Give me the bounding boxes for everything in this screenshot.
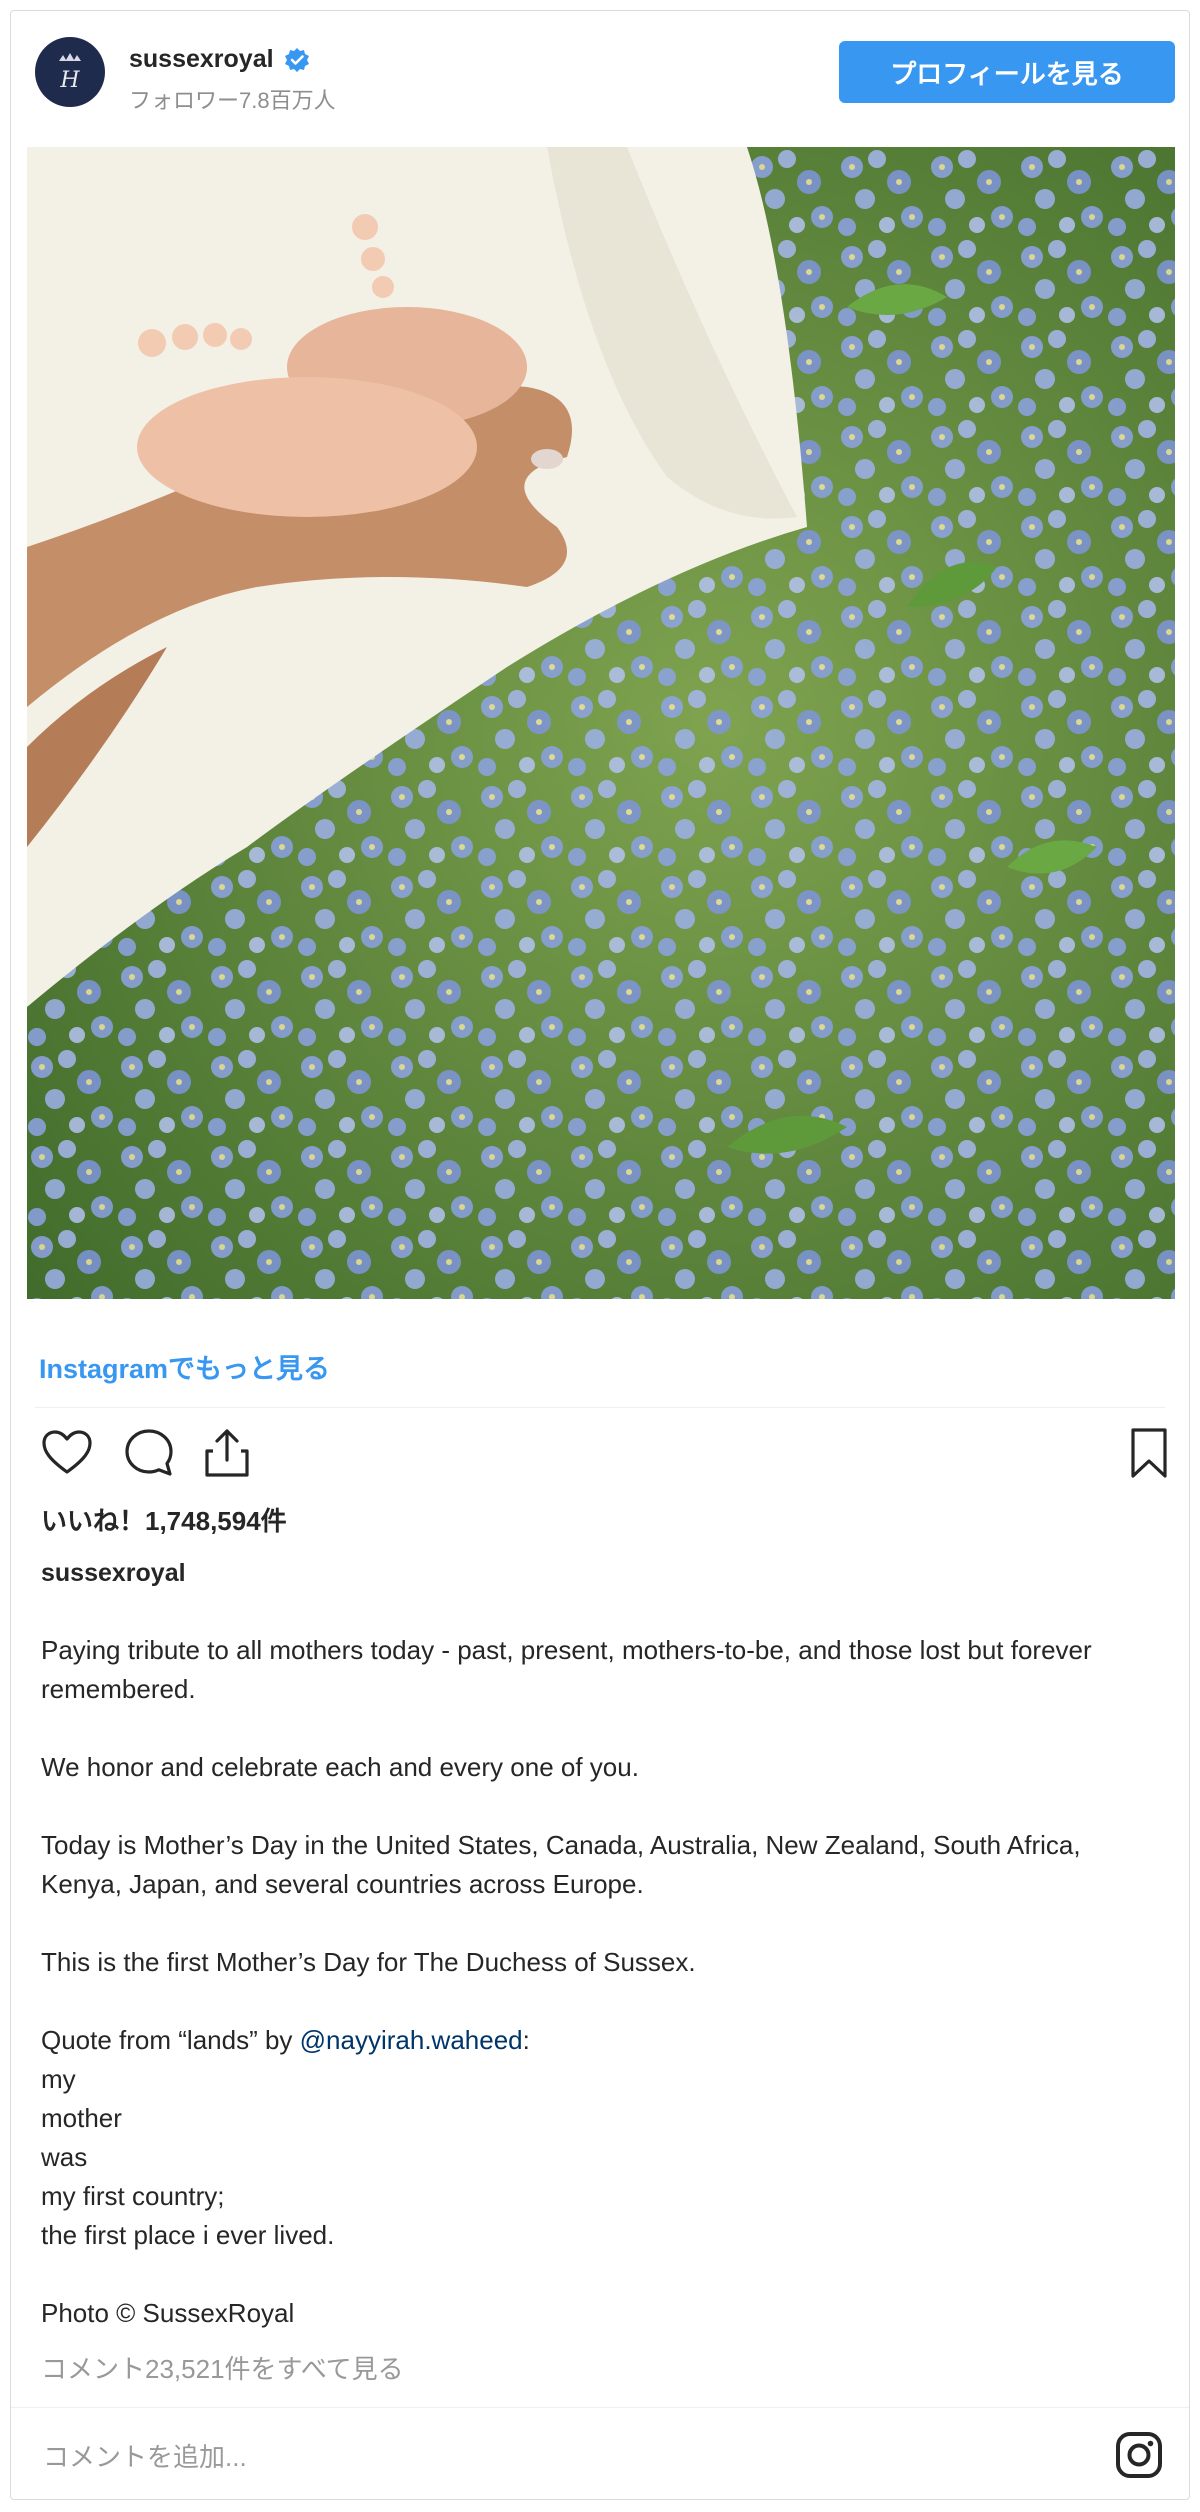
username-row[interactable]: sussexroyal [129, 45, 310, 74]
username[interactable]: sussexroyal [129, 45, 274, 74]
more-on-instagram-link[interactable]: Instagramでもっと見る [39, 1347, 330, 1386]
poem-line: was [41, 2142, 88, 2172]
divider [11, 2407, 1189, 2408]
quote-attribution: Quote from “lands” by @nayyirah.waheed: [41, 2021, 1161, 2060]
caption-paragraph: Paying tribute to all mothers today - pa… [41, 1635, 1092, 1704]
caption-paragraph: Today is Mother’s Day in the United Stat… [41, 1830, 1081, 1899]
post-photo[interactable] [27, 147, 1175, 1299]
heart-icon[interactable] [39, 1425, 95, 1481]
instagram-icon[interactable] [1115, 2431, 1163, 2479]
bookmark-icon[interactable] [1121, 1425, 1177, 1481]
like-count[interactable]: いいね！1,748,594件 [41, 1501, 287, 1538]
comment-input[interactable] [41, 2431, 1045, 2483]
poem-line: mother [41, 2103, 122, 2133]
poem-line: my [41, 2064, 76, 2094]
baby-feet-forget-me-nots-image [27, 147, 1175, 1299]
quote-prefix: Quote from “lands” by [41, 2025, 300, 2055]
caption-username[interactable]: sussexroyal [41, 1559, 186, 1588]
verified-badge-icon [284, 47, 309, 72]
svg-text:H: H [59, 68, 80, 93]
royal-monogram-icon: H [37, 39, 103, 105]
caption-paragraph: This is the first Mother’s Day for The D… [41, 1947, 696, 1977]
action-bar [31, 1421, 1181, 1491]
post-header: H sussexroyal フォロワー7.8百万人 プロフィールを見る [11, 11, 1189, 141]
poem-line: the first place i ever lived. [41, 2220, 335, 2250]
quote-suffix: : [522, 2025, 530, 2055]
follower-count: フォロワー7.8百万人 [129, 88, 336, 113]
caption-paragraph: We honor and celebrate each and every on… [41, 1752, 639, 1782]
comment-icon[interactable] [121, 1425, 177, 1481]
photo-credit: Photo © SussexRoyal [41, 2298, 295, 2328]
post-caption: Paying tribute to all mothers today - pa… [41, 1631, 1161, 2372]
caption-quote: Quote from “lands” by @nayyirah.waheed: … [41, 2021, 1161, 2255]
view-all-comments-link[interactable]: コメント23,521件をすべて見る [41, 2349, 404, 2386]
avatar[interactable]: H [35, 37, 105, 107]
share-icon[interactable] [199, 1425, 255, 1481]
instagram-embed-card: H sussexroyal フォロワー7.8百万人 プロフィールを見る Inst… [10, 10, 1190, 2500]
divider [35, 1407, 1165, 1408]
mention-link[interactable]: @nayyirah.waheed [300, 2025, 523, 2055]
poem-line: my first country; [41, 2181, 225, 2211]
view-profile-button[interactable]: プロフィールを見る [839, 41, 1175, 103]
